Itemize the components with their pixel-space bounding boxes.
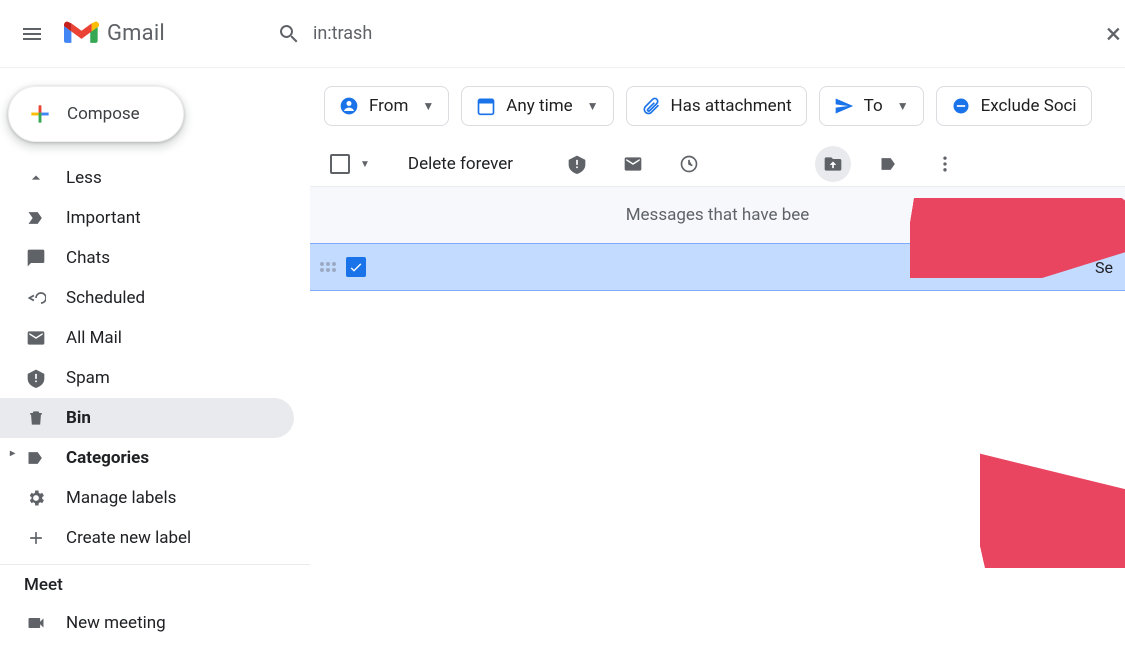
email-subject-fragment: Se [1095, 258, 1113, 277]
chip-label: From [369, 96, 408, 116]
search-bar[interactable]: in:trash × [265, 11, 1125, 57]
mark-as-read-button[interactable] [615, 146, 651, 182]
sidebar-item-bin[interactable]: Bin [0, 398, 294, 438]
sidebar-item-label: Less [66, 168, 102, 188]
snooze-button[interactable] [671, 146, 707, 182]
chip-label: Has attachment [671, 96, 792, 116]
meet-section-header: Meet [0, 564, 310, 603]
sidebar-item-label: Bin [66, 408, 91, 428]
filter-to[interactable]: To ▼ [819, 86, 924, 126]
chevron-down-icon: ▼ [422, 99, 434, 113]
nav: Less Important Chats Scheduled All Mail … [0, 156, 310, 560]
sidebar-item-chats[interactable]: Chats [0, 238, 294, 278]
filter-has-attachment[interactable]: Has attachment [626, 86, 807, 126]
mail-icon [24, 326, 48, 350]
delete-forever-button[interactable]: Delete forever [396, 154, 525, 174]
important-icon [24, 206, 48, 230]
header: Gmail in:trash × [0, 0, 1125, 68]
sidebar-item-label: Spam [66, 368, 110, 388]
filter-any-time[interactable]: Any time ▼ [461, 86, 613, 126]
sidebar-item-label: Manage labels [66, 488, 176, 508]
search-query: in:trash [313, 23, 372, 44]
trash-icon [24, 406, 48, 430]
hamburger-icon [20, 22, 44, 46]
more-button[interactable] [927, 146, 963, 182]
gmail-logo-text: Gmail [107, 21, 165, 46]
sidebar-item-scheduled[interactable]: Scheduled [0, 278, 294, 318]
sidebar-item-manage-labels[interactable]: Manage labels [0, 478, 294, 518]
plus-icon [27, 101, 53, 127]
send-icon [834, 96, 854, 116]
select-all-checkbox[interactable] [330, 154, 350, 174]
plus-icon [24, 526, 48, 550]
chip-label: To [864, 96, 883, 116]
chevron-down-icon: ▼ [897, 99, 909, 113]
drag-handle-icon[interactable] [320, 262, 338, 272]
sidebar-item-less[interactable]: Less [0, 158, 294, 198]
sidebar-item-create-label[interactable]: Create new label [0, 518, 294, 558]
main-menu-button[interactable] [8, 10, 56, 58]
compose-button[interactable]: Compose [8, 86, 184, 142]
sidebar: Compose Less Important Chats Scheduled A… [0, 68, 310, 657]
move-to-button[interactable] [815, 146, 851, 182]
toolbar: ▼ Delete forever [310, 140, 1125, 188]
gmail-icon [64, 20, 99, 47]
search-icon[interactable] [265, 10, 313, 58]
chevron-down-icon: ▼ [587, 99, 599, 113]
categories-icon: ▸ [24, 446, 48, 470]
annotation-arrow-2 [980, 448, 1125, 568]
sidebar-item-spam[interactable]: Spam [0, 358, 294, 398]
trash-notice-fragment: w [1108, 205, 1121, 225]
gmail-logo: Gmail [64, 20, 165, 47]
sidebar-item-all-mail[interactable]: All Mail [0, 318, 294, 358]
video-icon [24, 611, 48, 635]
email-row[interactable]: Se [310, 243, 1125, 291]
gear-icon [24, 486, 48, 510]
sidebar-item-label: Create new label [66, 528, 191, 548]
minus-circle-icon [951, 96, 971, 116]
chevron-up-icon [24, 166, 48, 190]
sidebar-item-label: New meeting [66, 613, 166, 633]
filter-chips: From ▼ Any time ▼ Has attachment To ▼ Ex… [310, 86, 1125, 126]
calendar-icon [476, 96, 496, 116]
compose-label: Compose [67, 104, 140, 124]
sidebar-item-label: Categories [66, 448, 149, 468]
sidebar-item-label: Important [66, 208, 141, 228]
scheduled-icon [24, 286, 48, 310]
filter-from[interactable]: From ▼ [324, 86, 449, 126]
sidebar-item-label: All Mail [66, 328, 122, 348]
chevron-down-icon[interactable]: ▼ [360, 159, 370, 170]
chip-label: Any time [506, 96, 572, 116]
labels-button[interactable] [871, 146, 907, 182]
spam-icon [24, 366, 48, 390]
sidebar-item-important[interactable]: Important [0, 198, 294, 238]
person-icon [339, 96, 359, 116]
sidebar-item-categories[interactable]: ▸ Categories [0, 438, 294, 478]
report-spam-button[interactable] [559, 146, 595, 182]
chat-icon [24, 246, 48, 270]
filter-exclude[interactable]: Exclude Soci [936, 86, 1092, 126]
attachment-icon [641, 96, 661, 116]
main: Compose Less Important Chats Scheduled A… [0, 68, 1125, 657]
sidebar-item-new-meeting[interactable]: New meeting [0, 603, 294, 643]
close-icon[interactable]: × [1106, 17, 1121, 50]
sidebar-item-label: Scheduled [66, 288, 145, 308]
trash-notice: Messages that have bee w [310, 186, 1125, 243]
email-checkbox[interactable] [346, 257, 366, 277]
trash-notice-text: Messages that have bee [626, 205, 810, 225]
sidebar-item-label: Chats [66, 248, 110, 268]
chip-label: Exclude Soci [981, 96, 1077, 116]
content: From ▼ Any time ▼ Has attachment To ▼ Ex… [310, 68, 1125, 657]
